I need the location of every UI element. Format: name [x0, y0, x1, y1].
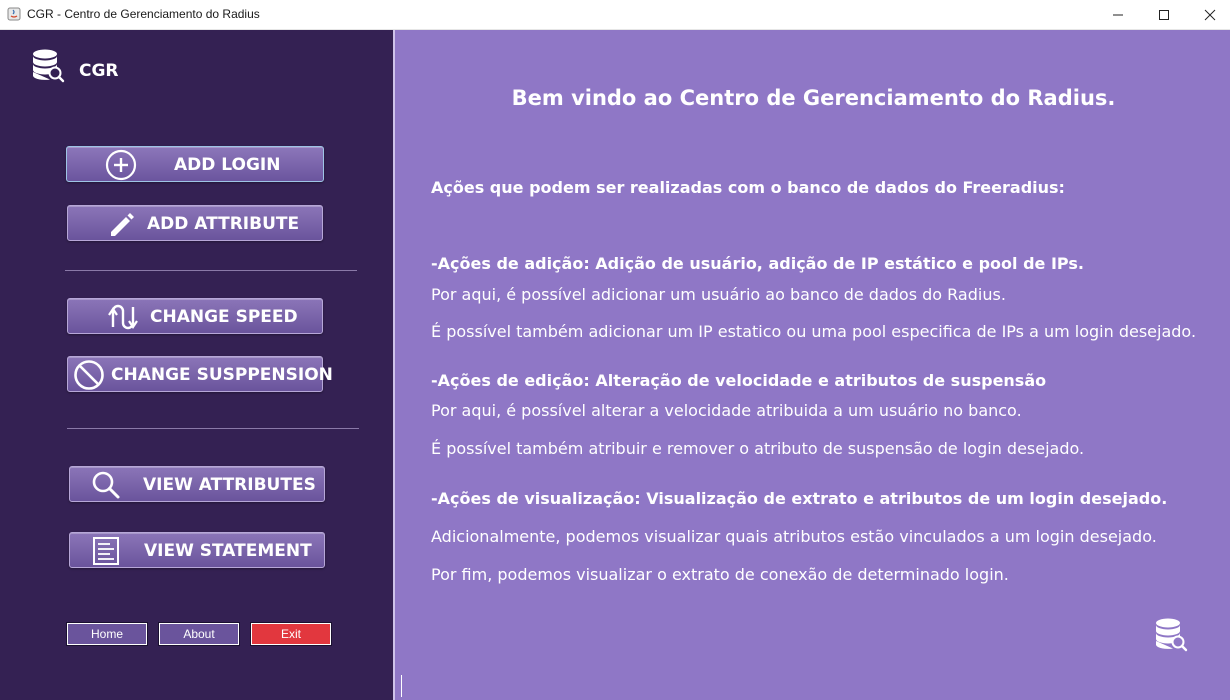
- database-search-icon: [1156, 618, 1188, 652]
- exit-button[interactable]: Exit: [250, 622, 332, 646]
- document-icon: [93, 537, 119, 565]
- change-speed-button[interactable]: CHANGE SPEED: [67, 298, 323, 334]
- add-attribute-button[interactable]: ADD ATTRIBUTE: [67, 205, 323, 241]
- minimize-button[interactable]: [1095, 0, 1141, 30]
- section-line: É possível também adicionar um IP estati…: [431, 322, 1197, 341]
- change-suspension-label: CHANGE SUSPPENSION: [111, 365, 333, 385]
- section-line: Por aqui, é possível alterar a velocidad…: [431, 401, 1022, 420]
- section-line: Por fim, podemos visualizar o extrato de…: [431, 565, 1009, 584]
- home-button[interactable]: Home: [66, 622, 148, 646]
- close-button[interactable]: [1187, 0, 1230, 30]
- section-line: Adicionalmente, podemos visualizar quais…: [431, 527, 1157, 546]
- speed-arrows-icon: [108, 304, 138, 330]
- add-login-label: ADD LOGIN: [174, 155, 281, 175]
- section-line: Por aqui, é possível adicionar um usuári…: [431, 285, 1006, 304]
- intro-text: Ações que podem ser realizadas com o ban…: [431, 178, 1065, 197]
- sidebar-divider: [65, 270, 357, 271]
- view-statement-label: VIEW STATEMENT: [144, 541, 312, 561]
- section-title: -Ações de adição: Adição de usuário, adi…: [431, 254, 1084, 273]
- change-speed-label: CHANGE SPEED: [150, 307, 298, 327]
- magnifier-icon: [92, 471, 120, 499]
- section-title: -Ações de edição: Alteração de velocidad…: [431, 371, 1047, 390]
- maximize-icon: [1159, 10, 1169, 20]
- close-icon: [1204, 9, 1216, 21]
- maximize-button[interactable]: [1141, 0, 1187, 30]
- database-search-icon: [33, 49, 65, 83]
- change-suspension-button[interactable]: CHANGE SUSPPENSION: [67, 356, 333, 392]
- add-attribute-label: ADD ATTRIBUTE: [147, 214, 300, 234]
- prohibited-icon: [74, 360, 104, 390]
- about-button[interactable]: About: [158, 622, 240, 646]
- window-title: CGR - Centro de Gerenciamento do Radius: [27, 7, 260, 21]
- page-title: Bem vindo ao Centro de Gerenciamento do …: [511, 86, 1116, 110]
- text-caret: [401, 675, 402, 697]
- view-attributes-button[interactable]: VIEW ATTRIBUTES: [69, 466, 325, 502]
- minimize-icon: [1113, 14, 1123, 16]
- section-line: É possível também atribuir e remover o a…: [431, 439, 1085, 458]
- section-title: -Ações de visualização: Visualização de …: [431, 489, 1168, 508]
- view-attributes-label: VIEW ATTRIBUTES: [143, 475, 316, 495]
- brand-title: CGR: [79, 61, 119, 81]
- plus-circle-icon: [105, 149, 137, 181]
- sidebar-divider: [67, 428, 359, 429]
- java-app-icon: [7, 7, 21, 21]
- pencil-icon: [111, 213, 134, 236]
- sidebar: CGR ADD LOGIN ADD ATTRIBUTE CHANGE SPEED…: [0, 30, 393, 700]
- add-login-button[interactable]: ADD LOGIN: [66, 146, 324, 182]
- title-bar: CGR - Centro de Gerenciamento do Radius: [0, 0, 1230, 30]
- main-content: Bem vindo ao Centro de Gerenciamento do …: [393, 30, 1230, 700]
- view-statement-button[interactable]: VIEW STATEMENT: [69, 532, 325, 568]
